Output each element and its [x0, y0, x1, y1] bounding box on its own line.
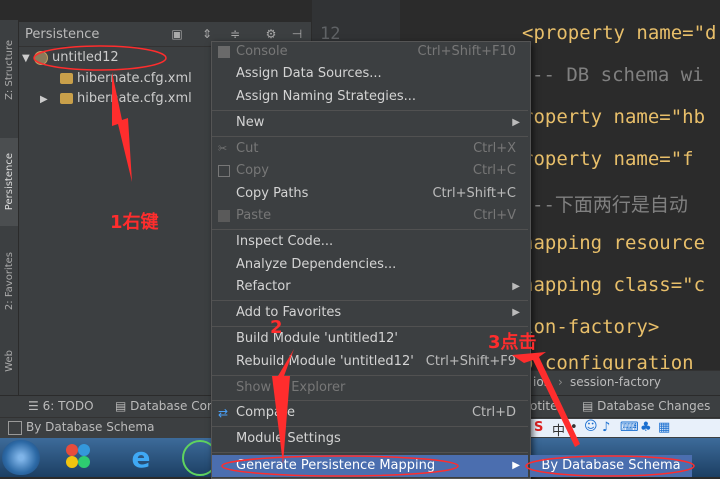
annotation-step1: 1右键	[110, 212, 159, 233]
annotation-ellipse	[33, 45, 167, 71]
annotation-ellipse	[221, 455, 459, 477]
annotation-overlay	[33, 45, 695, 477]
annotation-step3: 3点击	[488, 332, 537, 353]
annotation-arrow	[112, 72, 132, 182]
annotation-ellipse	[525, 455, 695, 477]
annotation-arrow	[272, 349, 294, 464]
annotation-step2: 2	[270, 317, 283, 338]
annotation-arrow	[512, 352, 580, 447]
